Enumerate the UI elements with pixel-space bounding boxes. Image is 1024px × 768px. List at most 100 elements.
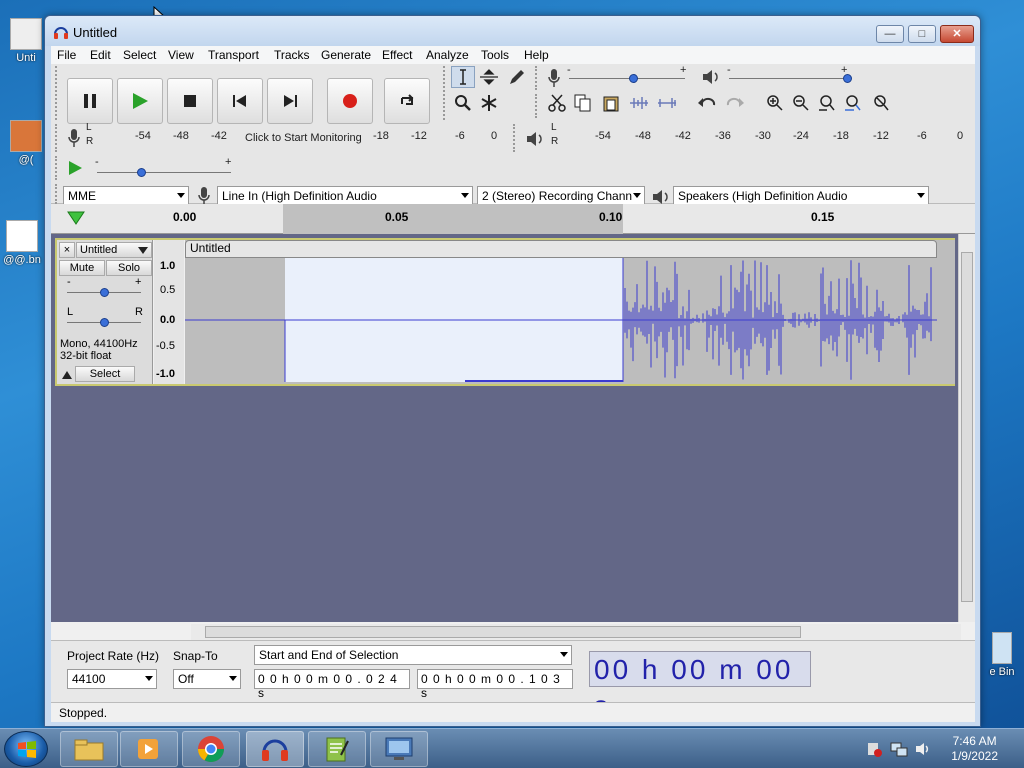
maximize-button[interactable]: □ xyxy=(908,25,936,43)
toolbar-grip[interactable] xyxy=(443,66,451,120)
menu-select[interactable]: Select xyxy=(123,48,156,62)
play-button[interactable] xyxy=(117,78,163,124)
toolbar-grip[interactable] xyxy=(55,124,63,152)
menu-analyze[interactable]: Analyze xyxy=(426,48,469,62)
record-meter[interactable]: -54 -48 -42 Click to Start Monitoring -1… xyxy=(95,126,503,152)
collapse-track-icon[interactable] xyxy=(61,370,73,380)
zoom-tool[interactable] xyxy=(451,92,475,114)
taskbar-explorer[interactable] xyxy=(60,731,118,767)
toolbar-grip[interactable] xyxy=(535,94,543,118)
close-button[interactable]: ✕ xyxy=(940,25,974,43)
taskbar-audacity[interactable] xyxy=(246,731,304,767)
skip-to-start-button[interactable] xyxy=(217,78,263,124)
minimize-button[interactable]: — xyxy=(876,25,904,43)
zoom-in-button[interactable] xyxy=(763,92,787,114)
clip-title-bar[interactable]: Untitled xyxy=(185,240,937,258)
draw-tool[interactable] xyxy=(505,66,529,88)
taskbar-chrome[interactable] xyxy=(182,731,240,767)
gain-thumb[interactable] xyxy=(100,288,109,297)
volume-icon[interactable] xyxy=(914,741,932,757)
audio-position-display[interactable]: 00 h 00 m 00 s xyxy=(589,651,811,721)
project-rate-select[interactable]: 44100 xyxy=(67,669,157,689)
menu-transport[interactable]: Transport xyxy=(208,48,259,62)
trim-button[interactable] xyxy=(627,92,651,114)
zoom-toggle-button[interactable] xyxy=(869,92,893,114)
multi-tool[interactable] xyxy=(477,92,501,114)
taskbar-notepad[interactable] xyxy=(308,731,366,767)
menu-help[interactable]: Help xyxy=(524,48,549,62)
cut-button[interactable] xyxy=(545,92,569,114)
waveform-area[interactable]: Untitled xyxy=(185,240,955,384)
timeline-triangle-icon[interactable] xyxy=(67,210,85,226)
taskbar-media-player[interactable] xyxy=(120,731,178,767)
audio-host-select[interactable]: MME xyxy=(63,186,189,206)
menu-view[interactable]: View xyxy=(168,48,194,62)
start-button[interactable] xyxy=(4,731,48,767)
horizontal-scrollbar[interactable] xyxy=(191,624,961,640)
menu-file[interactable]: File xyxy=(57,48,76,62)
action-center-flag-icon[interactable] xyxy=(866,741,882,757)
playback-volume-slider[interactable] xyxy=(729,78,847,79)
network-icon[interactable] xyxy=(890,741,908,757)
fit-selection-button[interactable] xyxy=(815,92,839,114)
envelope-tool[interactable] xyxy=(477,66,501,88)
redo-button[interactable] xyxy=(723,92,747,114)
play-speed-thumb[interactable] xyxy=(137,168,146,177)
timeline-ruler[interactable]: 0.00 0.05 0.10 0.15 xyxy=(51,204,975,234)
playback-device-select[interactable]: Speakers (High Definition Audio xyxy=(673,186,929,206)
start-monitoring-text[interactable]: Click to Start Monitoring xyxy=(245,132,362,144)
amplitude-scale[interactable]: 1.0 0.5 0.0 -0.5 -1.0 xyxy=(154,240,184,384)
stop-button[interactable] xyxy=(167,78,213,124)
paste-button[interactable] xyxy=(599,92,623,114)
track-select-button[interactable]: Select xyxy=(75,366,135,382)
toolbar-grip[interactable] xyxy=(535,66,543,90)
recording-channels-select[interactable]: 2 (Stereo) Recording Chann xyxy=(477,186,645,206)
selection-end-time[interactable]: 0 0 h 0 0 m 0 0 . 1 0 3 s xyxy=(417,669,573,700)
pan-thumb[interactable] xyxy=(100,318,109,327)
desktop-icon-untitled[interactable]: Unti xyxy=(4,18,48,64)
desktop-icon-recycle-bin[interactable]: e Bin xyxy=(980,632,1024,678)
title-bar[interactable]: Untitled — □ ✕ xyxy=(45,16,980,46)
pause-button[interactable] xyxy=(67,78,113,124)
play-speed-slider[interactable] xyxy=(97,172,231,173)
playback-meter[interactable]: -54 -48 -42 -36 -30 -24 -18 -12 -6 0 xyxy=(561,126,966,152)
selection-start-time[interactable]: 0 0 h 0 0 m 0 0 . 0 2 4 s xyxy=(254,669,410,700)
record-volume-slider[interactable] xyxy=(569,78,685,79)
skip-to-end-button[interactable] xyxy=(267,78,313,124)
zoom-out-button[interactable] xyxy=(789,92,813,114)
menu-tools[interactable]: Tools xyxy=(481,48,509,62)
toolbar-grip[interactable] xyxy=(513,124,521,152)
toolbar-grip[interactable] xyxy=(55,66,63,120)
desktop-icon-3[interactable]: @@.bn xyxy=(0,220,44,266)
desktop-icon-2[interactable]: @( xyxy=(4,120,48,166)
loop-button[interactable] xyxy=(384,78,430,124)
menu-edit[interactable]: Edit xyxy=(90,48,111,62)
system-clock[interactable]: 7:46 AM 1/9/2022 xyxy=(951,734,998,764)
selection-mode-select[interactable]: Start and End of Selection xyxy=(254,645,572,665)
solo-button[interactable]: Solo xyxy=(106,260,152,276)
silence-button[interactable] xyxy=(655,92,679,114)
audio-track[interactable]: × Untitled Mute Solo - + L R Mono, 44100… xyxy=(55,238,955,386)
tracks-area[interactable]: × Untitled Mute Solo - + L R Mono, 44100… xyxy=(51,234,958,622)
toolbar-grip[interactable] xyxy=(55,156,63,180)
record-button[interactable] xyxy=(327,78,373,124)
toolbar-grip[interactable] xyxy=(55,184,63,204)
mute-button[interactable]: Mute xyxy=(59,260,105,276)
taskbar-remote-desktop[interactable] xyxy=(370,731,428,767)
menu-tracks[interactable]: Tracks xyxy=(274,48,310,62)
scrollbar-thumb[interactable] xyxy=(961,252,973,602)
copy-button[interactable] xyxy=(571,92,595,114)
track-close-button[interactable]: × xyxy=(59,242,75,258)
playback-volume-thumb[interactable] xyxy=(843,74,852,83)
track-name-menu[interactable]: Untitled xyxy=(76,242,152,258)
selection-tool[interactable] xyxy=(451,66,475,88)
menu-effect[interactable]: Effect xyxy=(382,48,412,62)
scrollbar-thumb[interactable] xyxy=(205,626,801,638)
undo-button[interactable] xyxy=(695,92,719,114)
recording-device-select[interactable]: Line In (High Definition Audio xyxy=(217,186,473,206)
fit-project-button[interactable] xyxy=(841,92,865,114)
record-volume-thumb[interactable] xyxy=(629,74,638,83)
snap-to-select[interactable]: Off xyxy=(173,669,241,689)
menu-generate[interactable]: Generate xyxy=(321,48,371,62)
vertical-scrollbar[interactable] xyxy=(958,234,975,622)
